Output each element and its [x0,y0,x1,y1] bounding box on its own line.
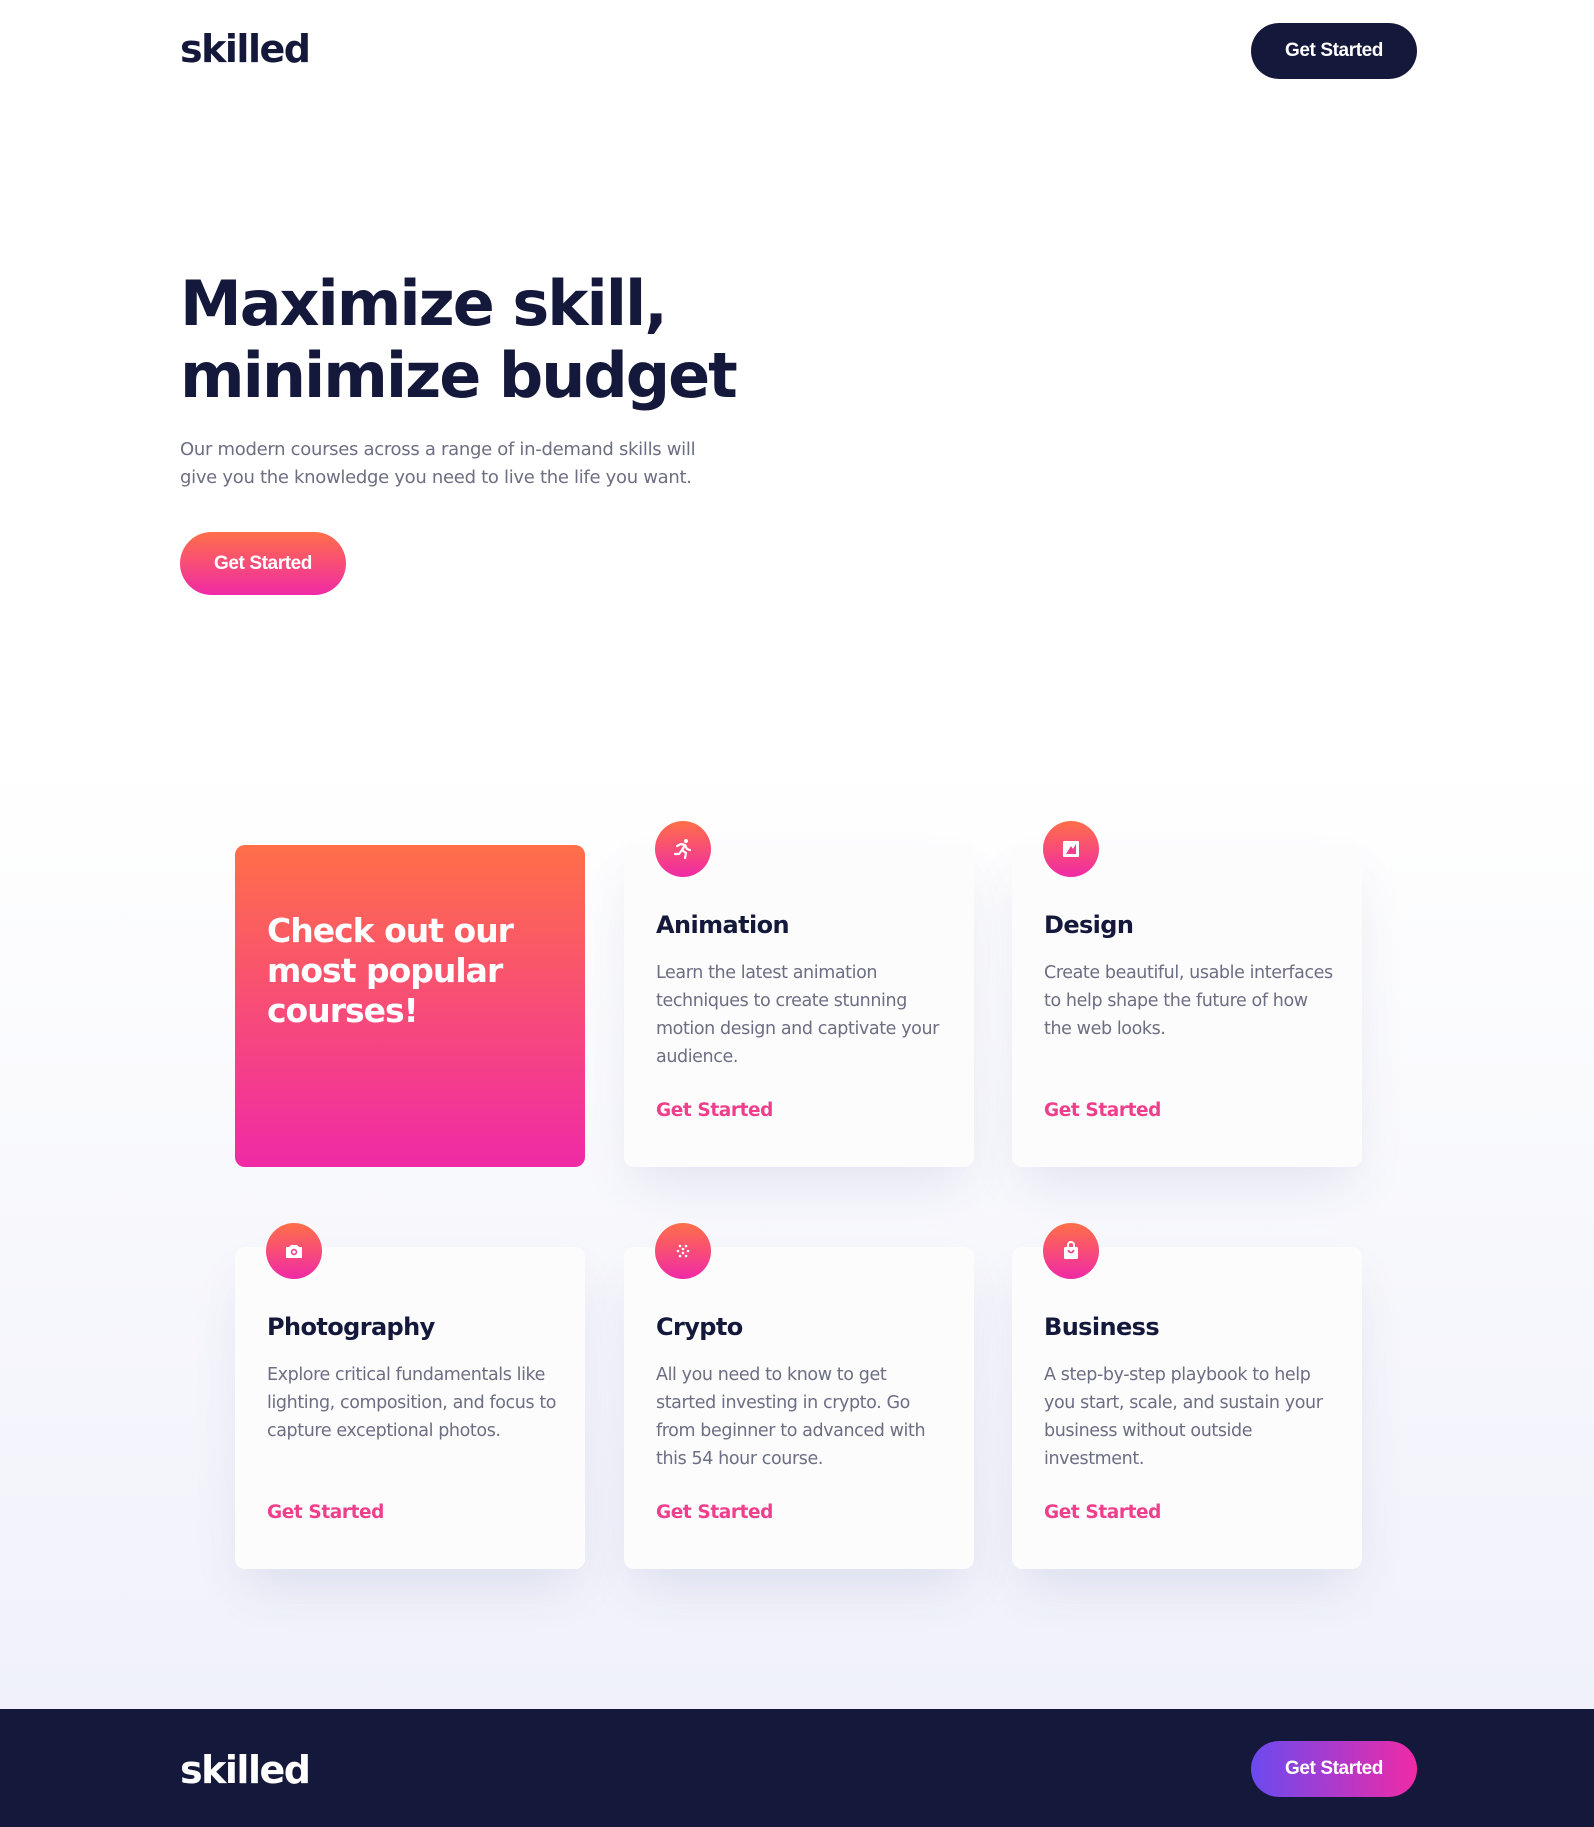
hero-title-line-1: Maximize skill, [180,267,668,340]
course-get-started-link[interactable]: Get Started [267,1502,384,1523]
course-title: Photography [267,1313,435,1341]
header-get-started-button[interactable]: Get Started [1251,23,1417,79]
course-title: Design [1044,911,1134,939]
promo-card: Check out our most popular courses! [235,845,585,1167]
shopping-bag-icon [1043,1223,1099,1279]
hero-description: Our modern courses across a range of in-… [180,439,696,488]
crypto-icon [655,1223,711,1279]
course-card-photography: Photography Explore critical fundamental… [235,1223,585,1569]
site-footer: skilled Get Started [0,1709,1594,1827]
footer-get-started-button[interactable]: Get Started [1251,1741,1417,1797]
site-header: skilled Get Started [0,0,1594,102]
hero-title-line-2: minimize budget [180,339,738,412]
course-get-started-link[interactable]: Get Started [656,1502,773,1523]
course-description: Learn the latest animation techniques to… [656,963,939,1067]
landing-page: skilled Get Started Maximize skill, mini… [0,0,1594,1827]
course-get-started-link[interactable]: Get Started [1044,1100,1161,1121]
promo-title: Check out our most popular courses! [267,911,514,1030]
course-card-crypto: Crypto All you need to know to get start… [624,1223,974,1569]
course-description: All you need to know to get started inve… [656,1365,926,1469]
footer-logo[interactable]: skilled [180,1748,311,1792]
course-description: Create beautiful, usable interfaces to h… [1044,963,1333,1039]
course-title: Crypto [656,1313,743,1341]
logo[interactable]: skilled [180,27,311,71]
course-title: Animation [656,911,790,939]
course-get-started-link[interactable]: Get Started [656,1100,773,1121]
hero-title: Maximize skill, minimize budget [180,268,800,412]
course-description: A step-by-step playbook to help you star… [1044,1365,1323,1469]
design-icon [1043,821,1099,877]
course-card-design: Design Create beautiful, usable interfac… [1012,821,1362,1167]
course-title: Business [1044,1313,1160,1341]
course-get-started-link[interactable]: Get Started [1044,1502,1161,1523]
course-description: Explore critical fundamentals like light… [267,1365,557,1441]
camera-icon [266,1223,322,1279]
running-icon [655,821,711,877]
course-card-business: Business A step-by-step playbook to help… [1012,1223,1362,1569]
course-card-animation: Animation Learn the latest animation tec… [624,821,974,1167]
hero-get-started-button[interactable]: Get Started [180,532,346,595]
